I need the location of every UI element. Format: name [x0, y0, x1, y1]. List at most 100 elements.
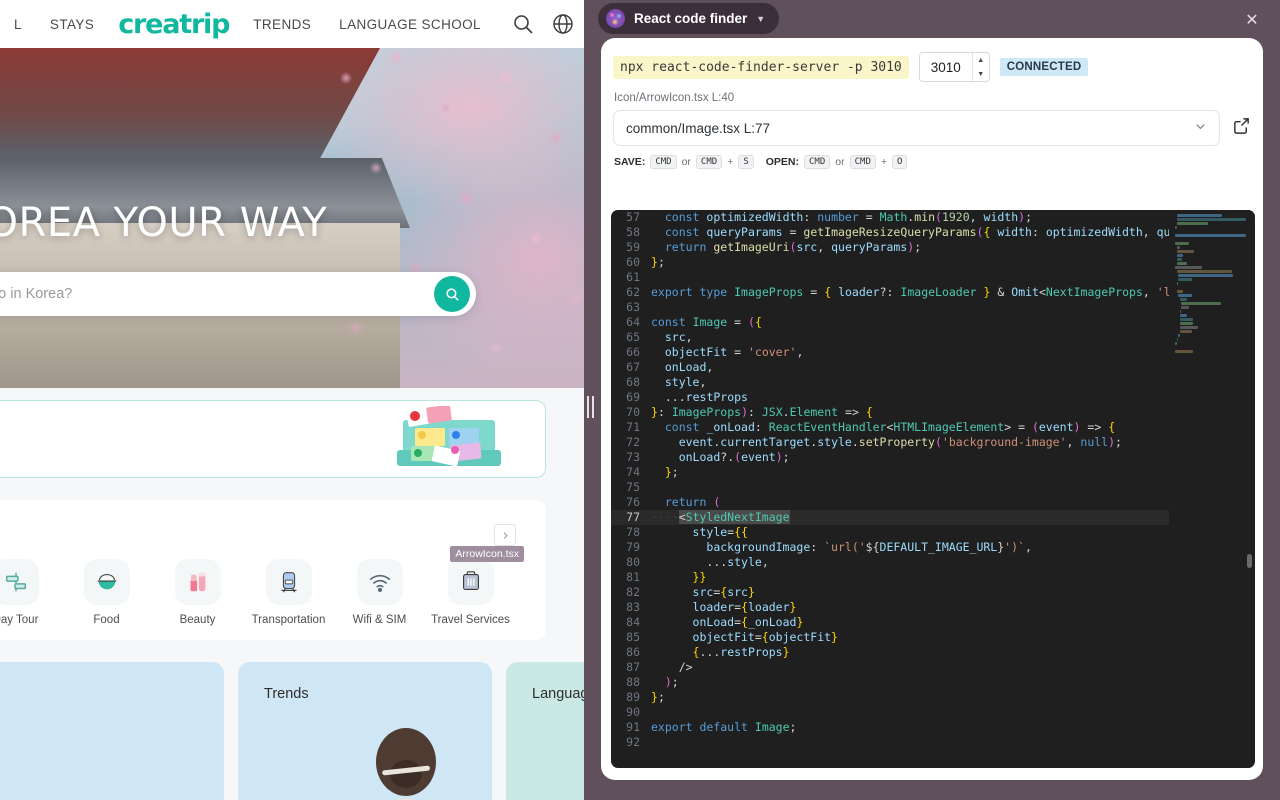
line-number: 63: [626, 300, 640, 314]
code-line[interactable]: 65 src,: [611, 330, 1169, 345]
resize-drag-handle[interactable]: [584, 390, 596, 424]
search-input[interactable]: [0, 286, 434, 302]
code-line[interactable]: 92: [611, 735, 1169, 750]
code-line[interactable]: 74 };: [611, 465, 1169, 480]
category-travel-services[interactable]: Travel Services: [425, 559, 516, 626]
app-title-chip[interactable]: React code finder ▼: [598, 3, 780, 34]
code-line[interactable]: 80 ...style,: [611, 555, 1169, 570]
line-number: 80: [626, 555, 640, 569]
code-line[interactable]: 69 ...restProps: [611, 390, 1169, 405]
close-icon[interactable]: ✕: [1242, 10, 1262, 30]
code-line[interactable]: 77 ····<StyledNextImage: [611, 510, 1169, 525]
code-line[interactable]: 73 onLoad?.(event);: [611, 450, 1169, 465]
nav-item-trends[interactable]: TRENDS: [239, 17, 325, 32]
chevron-down-icon[interactable]: [1194, 120, 1207, 136]
line-number: 90: [626, 705, 640, 719]
editor-scrollbar-thumb[interactable]: [1247, 554, 1252, 568]
code-line[interactable]: 84 onLoad={_onLoad}: [611, 615, 1169, 630]
code-line[interactable]: 68 style,: [611, 375, 1169, 390]
file-select-dropdown[interactable]: common/Image.tsx L:77: [613, 110, 1220, 146]
category-food[interactable]: Food: [61, 559, 152, 626]
line-code: export default Image;: [651, 720, 797, 734]
category-day-tour[interactable]: Day Tour: [0, 559, 61, 626]
line-number: 76: [626, 495, 640, 509]
code-line[interactable]: 59 return getImageUri(src, queryParams);: [611, 240, 1169, 255]
nav-item-travel[interactable]: L: [0, 17, 36, 32]
line-number: 67: [626, 360, 640, 374]
minimap-line: [1176, 250, 1194, 253]
line-code: return getImageUri(src, queryParams);: [664, 240, 922, 254]
code-line[interactable]: 76 return (: [611, 495, 1169, 510]
code-line[interactable]: 91 export default Image;: [611, 720, 1169, 735]
code-line[interactable]: 78 style={{: [611, 525, 1169, 540]
port-stepper[interactable]: ▲ ▼: [918, 52, 990, 82]
category-beauty[interactable]: Beauty: [152, 559, 243, 626]
code-editor[interactable]: 57 const optimizedWidth: number = Math.m…: [611, 210, 1255, 768]
code-line[interactable]: 64 const Image = ({: [611, 315, 1169, 330]
code-line[interactable]: 61: [611, 270, 1169, 285]
code-line[interactable]: 89};: [611, 690, 1169, 705]
bottom-card-trends[interactable]: Trends: [238, 662, 492, 800]
minimap-line: [1179, 298, 1187, 301]
code-line[interactable]: 70}: ImageProps): JSX.Element => {: [611, 405, 1169, 420]
minimap-line: [1178, 274, 1233, 277]
code-line[interactable]: 81 }}: [611, 570, 1169, 585]
code-line[interactable]: 62 export type ImageProps = { loader?: Im…: [611, 285, 1169, 300]
code-line[interactable]: 66 objectFit = 'cover',: [611, 345, 1169, 360]
port-input[interactable]: [919, 53, 972, 81]
nav-item-language-school[interactable]: LANGUAGE SCHOOL: [325, 17, 495, 32]
hero-search-bar[interactable]: [0, 272, 476, 316]
line-code: [651, 300, 1169, 315]
previous-file-label: Icon/ArrowIcon.tsx L:40: [614, 92, 735, 104]
port-spinner[interactable]: ▲ ▼: [971, 53, 989, 81]
code-line[interactable]: 79 backgroundImage: `url('${DEFAULT_IMAG…: [611, 540, 1169, 555]
arrow-icon-tooltip: ArrowIcon.tsx: [450, 546, 524, 562]
chevron-down-icon[interactable]: ▼: [756, 14, 765, 24]
bottom-card-language-school[interactable]: Language School: [506, 662, 596, 800]
search-submit-icon[interactable]: [434, 276, 470, 312]
code-line[interactable]: 57 const optimizedWidth: number = Math.m…: [611, 210, 1169, 225]
category-transportation[interactable]: Transportation: [243, 559, 334, 626]
minimap-line: [1179, 330, 1192, 333]
code-line[interactable]: 63: [611, 300, 1169, 315]
hero-cherry-blossom: [316, 48, 596, 388]
code-line[interactable]: 88 );: [611, 675, 1169, 690]
site-logo[interactable]: creatrip: [108, 9, 239, 40]
code-line[interactable]: 75: [611, 480, 1169, 495]
code-line[interactable]: 83 loader={loader}: [611, 600, 1169, 615]
code-line[interactable]: 85 objectFit={objectFit}: [611, 630, 1169, 645]
code-line[interactable]: 58 const queryParams = getImageResizeQue…: [611, 225, 1169, 240]
search-icon[interactable]: [511, 12, 535, 36]
category-wifi-sim[interactable]: Wifi & SIM: [334, 559, 425, 626]
code-line[interactable]: 60};: [611, 255, 1169, 270]
code-line[interactable]: 72 event.currentTarget.style.setProperty…: [611, 435, 1169, 450]
editor-scrollbar[interactable]: [1247, 210, 1252, 768]
bottom-card-first[interactable]: [0, 662, 224, 800]
trends-card-image: [376, 728, 436, 800]
globe-icon[interactable]: [551, 12, 575, 36]
minimap-line: [1175, 234, 1246, 237]
port-decrement-icon[interactable]: ▼: [973, 67, 989, 81]
minimap-line: [1176, 214, 1222, 217]
line-number: 83: [626, 600, 640, 614]
coupon-pack-illustration: [397, 406, 501, 467]
nav-item-stays[interactable]: STAYS: [36, 17, 108, 32]
chevron-right-icon[interactable]: [494, 524, 516, 546]
code-line[interactable]: 67 onLoad,: [611, 360, 1169, 375]
line-code: style,: [664, 375, 707, 389]
open-external-icon[interactable]: [1232, 116, 1251, 140]
code-lines-container[interactable]: 57 const optimizedWidth: number = Math.m…: [611, 210, 1169, 768]
line-code: [651, 480, 1169, 495]
port-increment-icon[interactable]: ▲: [973, 53, 989, 67]
line-code: onLoad={_onLoad}: [692, 615, 804, 629]
code-line[interactable]: 82 src={src}: [611, 585, 1169, 600]
code-line[interactable]: 71 const _onLoad: ReactEventHandler<HTML…: [611, 420, 1169, 435]
code-line[interactable]: 90: [611, 705, 1169, 720]
coupon-pack-banner[interactable]: [0, 400, 546, 478]
code-line[interactable]: 86 {...restProps}: [611, 645, 1169, 660]
line-number: 85: [626, 630, 640, 644]
code-minimap[interactable]: [1169, 210, 1255, 768]
bottom-card-title: Trends: [264, 686, 309, 702]
code-line[interactable]: 87 />: [611, 660, 1169, 675]
hero-banner: KOREA YOUR WAY: [0, 48, 596, 388]
